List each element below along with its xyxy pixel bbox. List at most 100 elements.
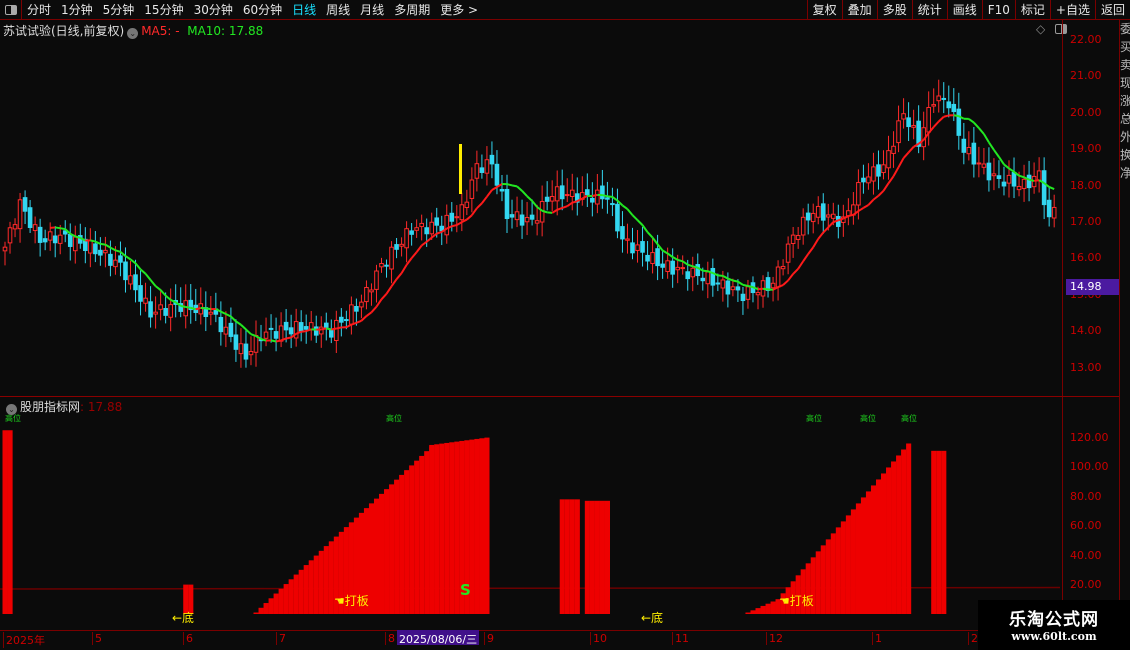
indicator-bar [594,500,600,614]
candle-body [519,214,525,226]
candle-body [329,329,334,338]
candle-body [88,240,93,254]
candle-body [554,186,560,202]
candle-body [1026,174,1032,189]
candle-body [514,211,520,221]
ma10-line [436,231,443,235]
indicator-bar [389,484,395,614]
indicator-bar [559,499,565,614]
indicator-bar [820,545,826,614]
y-tick-label: 20.00 [1070,578,1102,591]
candle-body [886,150,891,169]
candle-body [831,213,836,219]
candle-body [820,203,826,221]
x-tick-label: 10 [590,632,607,645]
candle-body [951,103,957,113]
candle-body [168,304,173,318]
ma10-line [129,258,137,265]
ma10-line [1028,178,1035,182]
ma10-line [887,175,895,184]
indicator-bar [825,539,831,614]
candle-body [303,326,309,330]
ma10-line [953,114,959,118]
candle-body [399,243,404,247]
x-tick-label: 6 [183,632,193,645]
indicator-bar [479,438,485,614]
candle-body [52,235,58,244]
y-tick-label: 16.00 [1070,251,1102,265]
candle-body [37,226,43,243]
indicator-bar [760,605,766,614]
indicator-bar [941,450,947,614]
ma10-line [968,118,975,124]
ma10-line [993,149,1000,158]
ma10-line [747,285,754,289]
ma10-line [365,311,373,317]
toolbar-button[interactable]: 返回 [1094,0,1130,20]
ma10-line [405,257,413,266]
indicator-bar [429,444,435,614]
x-tick-label: 1 [872,632,882,645]
ma10-line [456,221,463,226]
ma10-line [235,320,242,326]
candle-body [1021,178,1027,189]
ma10-line [882,182,890,192]
candle-body [755,292,761,296]
indicator-bar [384,489,390,614]
ma10-line [225,313,232,318]
candle-body [941,97,947,100]
y-tick-label: 80.00 [1070,489,1102,503]
date-axis[interactable]: 2025年 5 6 7 8 9 10 11 12 1 2 [0,630,1130,648]
indicator-bar [850,509,856,614]
indicator-bar [268,598,274,614]
ma10-line [360,315,368,322]
ma10-line [375,298,383,308]
candle-body [876,164,881,177]
candle-body [394,244,399,250]
indicator-bar [253,612,259,614]
candle-body [444,214,450,236]
ma10-line [802,253,810,262]
ma10-line [862,204,869,209]
indicator-bar [830,533,836,614]
ma10-line [55,226,61,230]
candle-body [414,227,419,231]
candle-body [434,217,440,226]
candle-body [148,301,153,318]
ma10-line [867,198,875,206]
indicator-name: 股朋指标网 [20,400,81,414]
candle-body [12,224,18,230]
candle-body [93,243,98,255]
candle-body [404,228,409,249]
ma10-line [451,224,458,228]
indicator-bar [7,430,13,614]
high-label: 高位 [860,414,876,423]
indicator-bar [263,603,269,614]
candle-body [359,301,364,308]
candle-body [57,234,63,244]
candle-body [795,235,801,240]
ma10-line [331,327,337,331]
ma10-line [144,273,152,281]
ma10-line [651,236,659,245]
ma10-line [481,196,488,204]
ma10-line [722,275,729,280]
ma10-line [978,127,985,135]
indicator-bar [439,443,445,614]
indicator-bar [881,473,887,614]
candle-body [595,189,600,205]
candle-body [700,277,706,282]
indicator-bar [906,443,912,614]
ma10-line [742,283,749,287]
indicator-bar [373,498,380,614]
indicator-bar [258,607,264,614]
ma10-line [566,201,573,208]
pane-divider[interactable] [0,396,1120,397]
candle-body [268,327,274,330]
candle-body [334,319,339,342]
candle-body [233,334,239,350]
indicator-bar [750,610,756,614]
indicator-bar [368,503,375,614]
ma10-line [943,114,950,118]
ma10-line [827,221,835,229]
